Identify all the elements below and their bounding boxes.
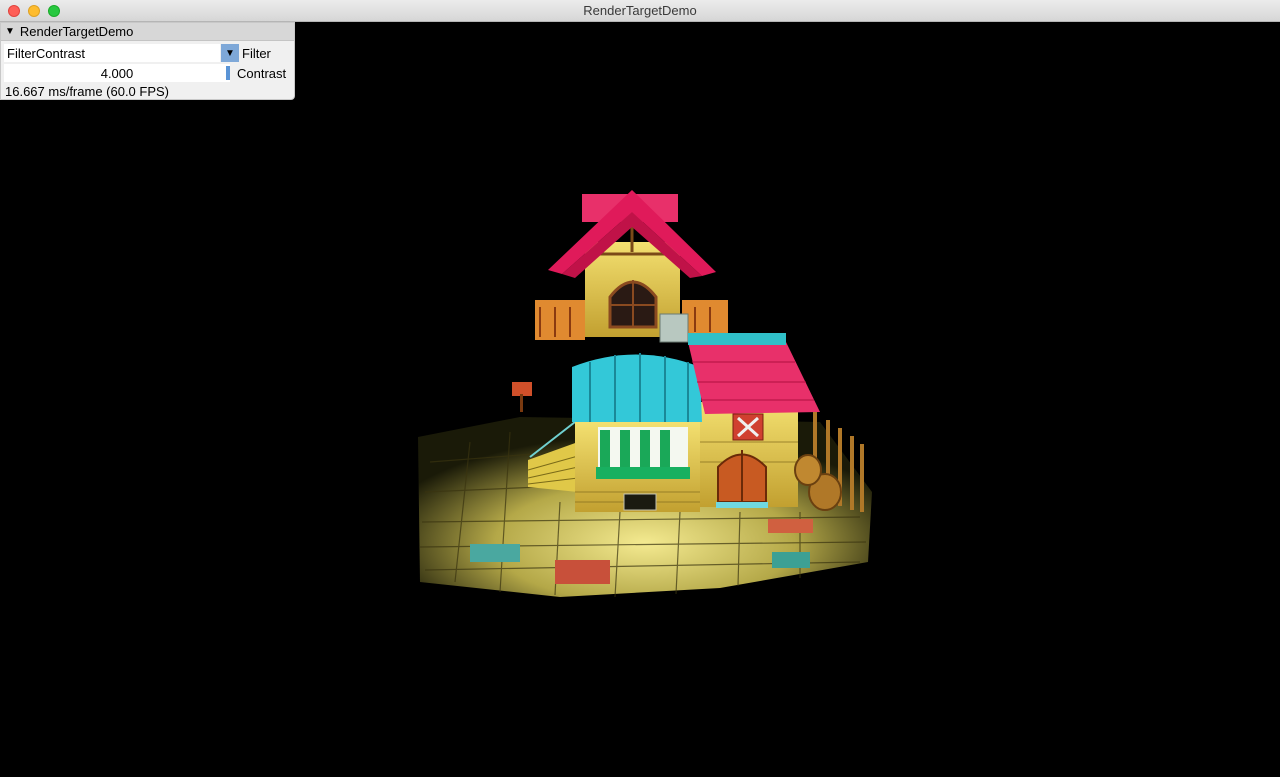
contrast-label: Contrast <box>237 65 287 81</box>
balcony-right <box>682 300 728 334</box>
filter-row: FilterContrast ▼ Filter <box>4 44 271 62</box>
panel-header[interactable]: ▼ RenderTargetDemo <box>1 23 294 41</box>
filter-value: FilterContrast <box>7 45 86 61</box>
render-viewport[interactable] <box>0 22 1280 777</box>
contrast-row: 4.000 Contrast <box>4 64 286 82</box>
contrast-value: 4.000 <box>100 65 134 81</box>
render-target-panel[interactable]: ▼ RenderTargetDemo FilterContrast ▼ Filt… <box>0 22 295 100</box>
slider-grab-handle[interactable] <box>226 66 230 80</box>
window-titlebar[interactable]: RenderTargetDemo <box>0 0 1280 22</box>
panel-title: RenderTargetDemo <box>19 24 134 39</box>
contrast-slider[interactable]: 4.000 <box>4 64 230 82</box>
balcony-left <box>535 300 585 340</box>
tile-red-small <box>768 519 813 533</box>
basement-grate <box>623 493 657 511</box>
red-roof <box>688 342 820 414</box>
frame-stats: 16.667 ms/frame (60.0 FPS) <box>5 83 170 99</box>
tile-red <box>555 560 610 584</box>
collapse-triangle-icon[interactable]: ▼ <box>5 26 15 37</box>
tile-teal <box>470 544 520 562</box>
house-scene-render <box>418 190 872 598</box>
signpost <box>512 382 532 396</box>
filter-label: Filter <box>242 45 271 61</box>
chimney <box>659 313 689 343</box>
cyan-roof <box>572 354 702 422</box>
dropdown-arrow-icon[interactable]: ▼ <box>221 44 239 62</box>
filter-combo[interactable]: FilterContrast <box>4 44 220 62</box>
window-title: RenderTargetDemo <box>583 3 697 18</box>
tile-teal-small <box>772 552 810 568</box>
